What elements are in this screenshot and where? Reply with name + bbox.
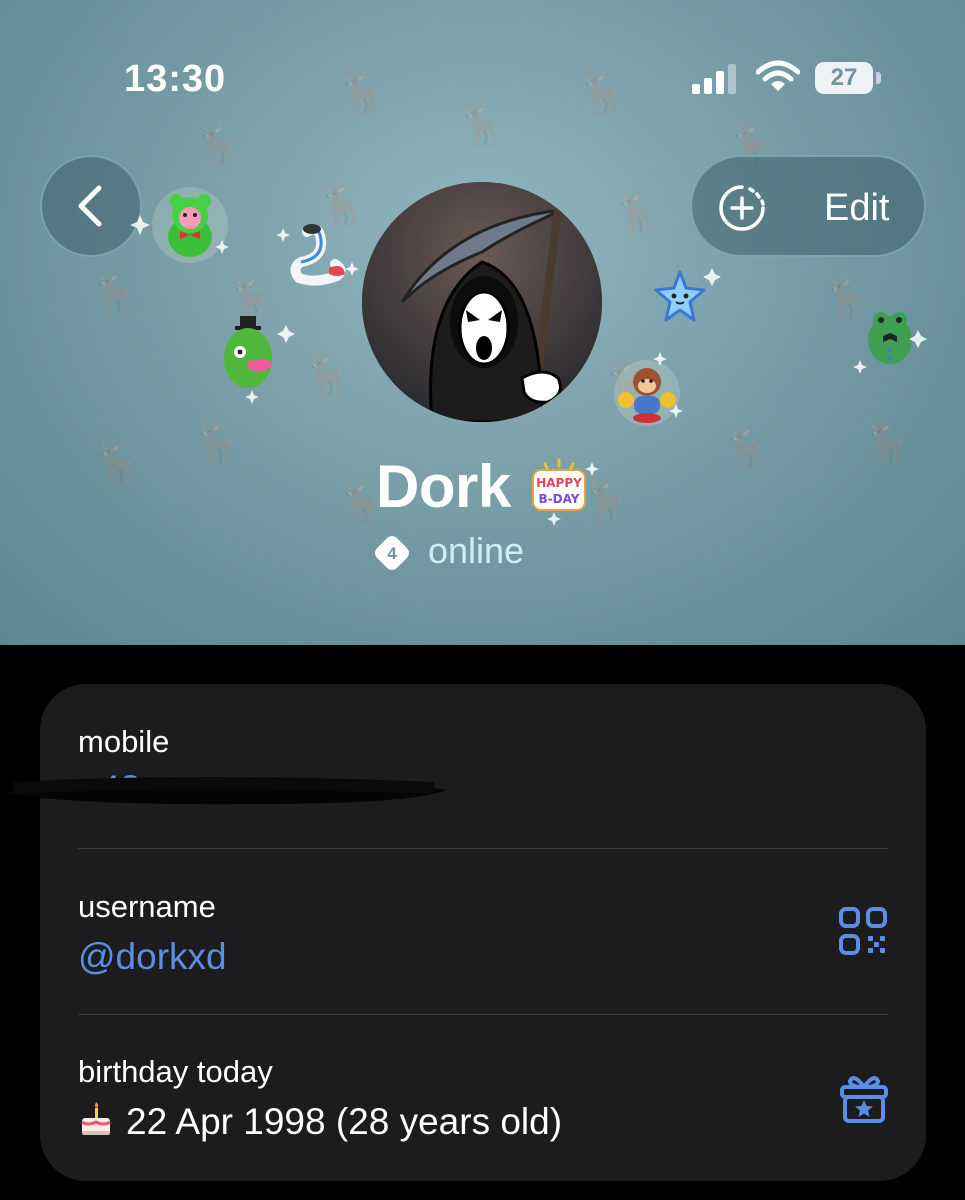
profile-avatar[interactable]: [362, 182, 602, 422]
qr-code-icon[interactable]: [838, 906, 888, 956]
divider: [78, 848, 888, 849]
info-card: mobile +43 username @dorkxd birthday tod…: [40, 684, 926, 1181]
username-label: username: [78, 889, 216, 924]
profile-header: 🦌 🦌 🦌 🦌 🦌 🦌 🦌 🦌 🦌 🦌 🦌 🦌 🦌 🦌 🦌 🦌 🦌 🦌 13:3…: [0, 0, 965, 645]
birthday-value: 22 Apr 1998 (28 years old): [126, 1101, 563, 1142]
svg-text:B-DAY: B-DAY: [539, 492, 580, 506]
birthday-label: birthday today: [78, 1054, 273, 1089]
svg-text:HAPPY: HAPPY: [536, 476, 582, 490]
happy-bday-badge-icon: HAPPY B-DAY: [532, 458, 586, 511]
username-value[interactable]: @dorkxd: [78, 936, 227, 978]
gift-icon[interactable]: [836, 1069, 892, 1125]
divider: [78, 1014, 888, 1015]
boost-level-value: 4: [387, 544, 397, 563]
online-status: online: [428, 530, 525, 571]
redaction-scribble: [4, 777, 446, 805]
mobile-label: mobile: [78, 724, 170, 759]
boost-level-icon: 4: [375, 536, 409, 570]
cake-icon: [81, 1102, 111, 1135]
profile-name: Dork: [376, 453, 511, 520]
